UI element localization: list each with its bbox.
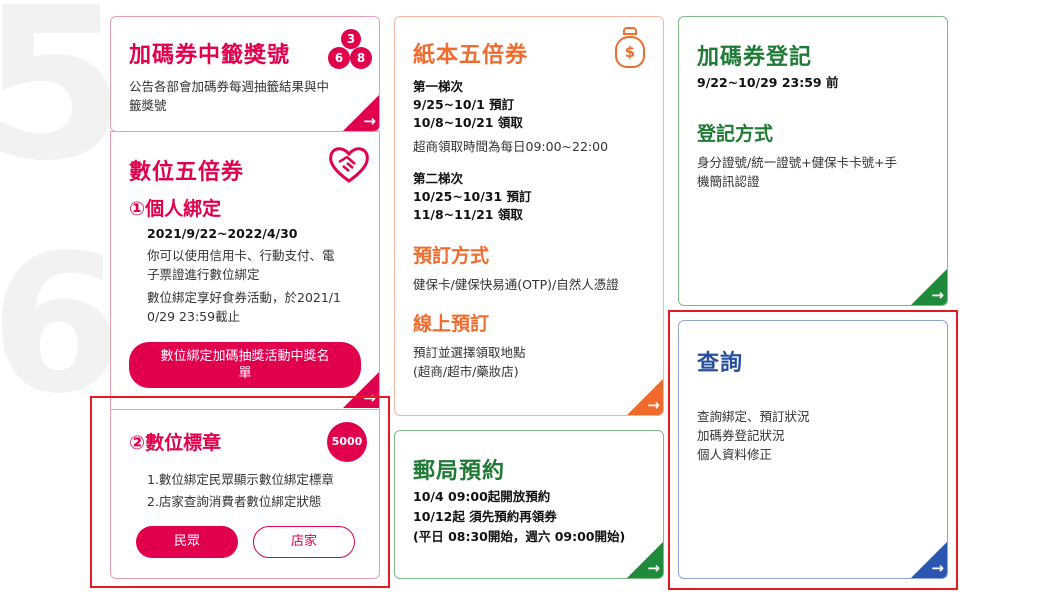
heart-handshake-icon [329,147,369,183]
ball-8: 8 [350,47,372,69]
online-order-title: 線上預訂 [413,313,490,335]
lottery-title: 加碼券中籤獎號 [129,43,291,68]
binding-desc-4: 0/29 23:59截止 [147,309,241,324]
lottery-desc-1: 公告各部會加碼券每週抽籤結果與中 [129,79,330,94]
personal-binding-title: ①個人綁定 [129,198,222,220]
register-method-line-1: 身分證號/統一證號+健保卡卡號+手 [697,155,898,170]
arrow-right-icon: → [647,559,660,577]
post-line-3: (平日 08:30開始，週六 09:00開始) [413,529,626,544]
winner-list-button[interactable]: 數位綁定加碼抽獎活動中獎名 單 [129,342,361,388]
background-watermark-mid: 6 [0,214,123,435]
batch2-label: 第二梯次 [413,171,464,186]
batch1-label: 第一梯次 [413,79,464,94]
paper-title: 紙本五倍券 [413,43,529,68]
binding-desc-2: 子票證進行數位綁定 [147,267,260,282]
batch2-order: 10/25~10/31 預訂 [413,189,532,204]
online-order-line-1: 預訂並選擇領取地點 [413,345,526,360]
binding-desc-1: 你可以使用信用卡、行動支付、電 [147,248,335,263]
order-method-title: 預訂方式 [413,245,490,267]
register-method-title: 登記方式 [697,123,774,145]
highlight-box-digital-badge [90,396,390,588]
highlight-box-query [668,310,958,590]
ball-3: 3 [341,29,361,49]
digital-title: 數位五倍券 [129,160,245,185]
register-card[interactable]: 加碼券登記 9/22~10/29 23:59 前 登記方式 身分證號/統一證號+… [678,16,948,306]
register-method-line-2: 機簡訊認證 [697,174,760,189]
paper-arrow-button[interactable]: → [627,379,663,415]
winner-list-label-1: 數位綁定加碼抽獎活動中獎名 [160,349,330,364]
batch1-order: 9/25~10/1 預訂 [413,97,515,112]
arrow-right-icon: → [647,396,660,414]
lottery-desc-2: 籤獎號 [129,98,167,113]
batch1-note: 超商領取時間為每日09:00~22:00 [413,139,609,154]
binding-desc-3: 數位綁定享好食券活動，於2021/1 [147,290,341,305]
post-title: 郵局預約 [413,459,506,484]
lottery-card[interactable]: 加碼券中籤獎號 3 6 8 公告各部會加碼券每週抽籤結果與中 籤獎號 → [110,16,380,132]
order-method-text: 健保卡/健保快易通(OTP)/自然人憑證 [413,277,619,292]
arrow-right-icon: → [931,286,944,304]
batch1-pickup: 10/8~10/21 領取 [413,115,523,130]
ball-6: 6 [328,47,350,69]
post-arrow-button[interactable]: → [627,542,663,578]
batch2-pickup: 11/8~11/21 領取 [413,207,523,222]
binding-period: 2021/9/22~2022/4/30 [147,226,298,241]
register-deadline: 9/22~10/29 23:59 前 [697,75,839,90]
post-line-1: 10/4 09:00起開放預約 [413,489,551,504]
arrow-right-icon: → [363,112,376,130]
register-title: 加碼券登記 [697,45,813,70]
winner-list-label-2: 單 [238,366,252,381]
money-bag-symbol: $ [615,36,645,68]
lottery-balls-icon: 3 6 8 [326,29,374,75]
online-order-line-2: (超商/超市/藥妝店) [413,364,519,379]
register-arrow-button[interactable]: → [911,269,947,305]
background-watermark-top: 5 [0,0,127,207]
paper-voucher-card[interactable]: 紙本五倍券 $ 第一梯次 9/25~10/1 預訂 10/8~10/21 領取 … [394,16,664,416]
post-line-2: 10/12起 須先預約再領券 [413,509,557,524]
lottery-arrow-button[interactable]: → [343,95,379,131]
money-bag-icon: $ [613,27,647,71]
post-office-card[interactable]: 郵局預約 10/4 09:00起開放預約 10/12起 須先預約再領券 (平日 … [394,430,664,579]
